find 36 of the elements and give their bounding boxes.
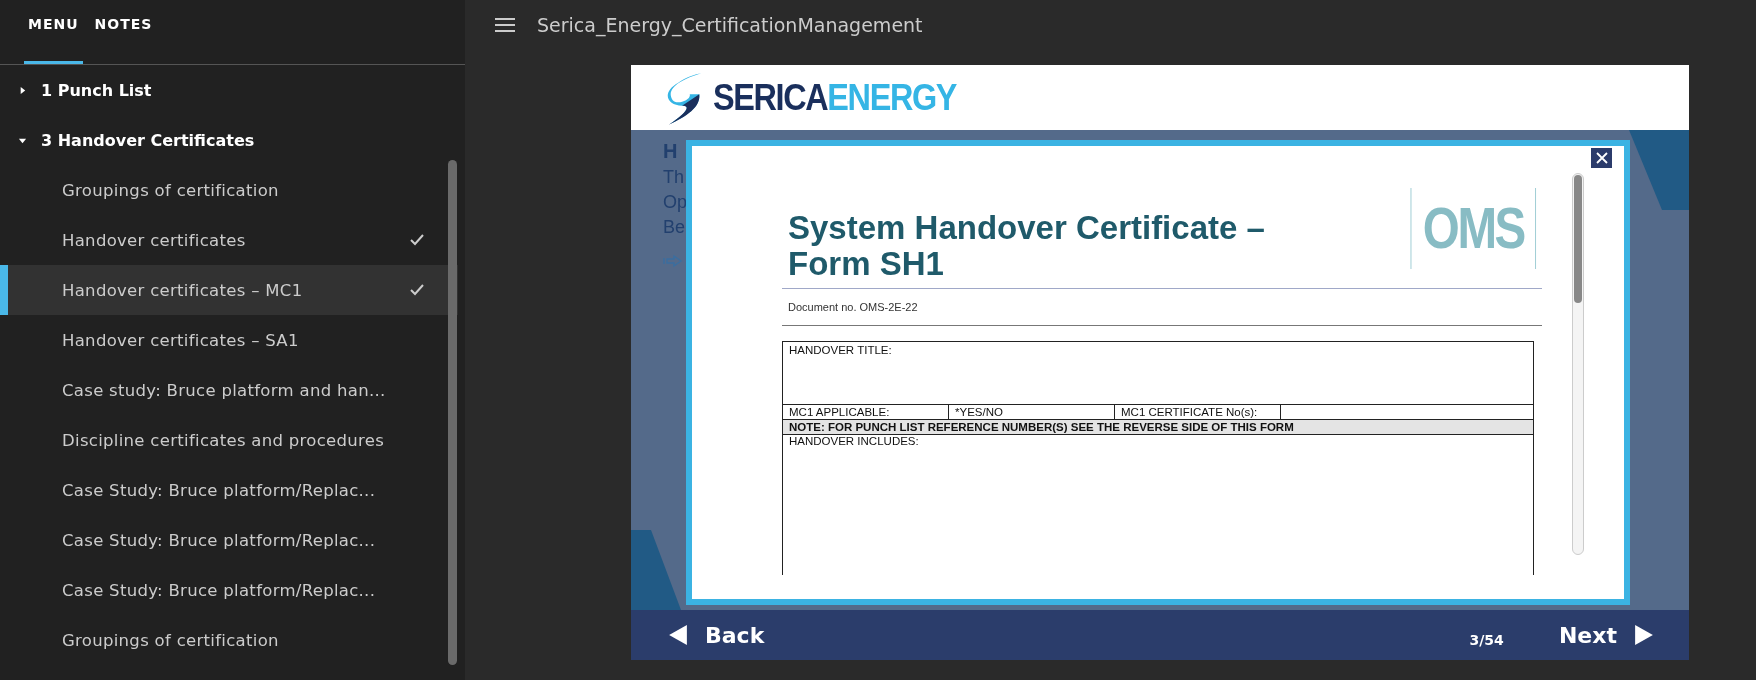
- lesson-item[interactable]: Handover certificates – MC1: [0, 265, 458, 315]
- form-label: HANDOVER INCLUDES:: [789, 435, 919, 447]
- document-title: System Handover Certificate – Form SH1: [787, 208, 1265, 282]
- lesson-item[interactable]: Groupings of certification: [0, 165, 458, 215]
- lesson-item[interactable]: Groupings of certification: [0, 615, 458, 665]
- lesson-item[interactable]: Case Study: Bruce platform/Replac...: [0, 465, 458, 515]
- page-counter: 3/54: [1469, 632, 1504, 648]
- lesson-item[interactable]: Case Study: Bruce platform/Replac...: [0, 565, 458, 615]
- section-header[interactable]: 1 Punch List: [0, 65, 465, 115]
- sidebar-tab[interactable]: MENU: [24, 0, 83, 64]
- lesson-item[interactable]: Case study: Bruce platform and han...: [0, 365, 458, 415]
- next-button[interactable]: Next: [1558, 618, 1653, 652]
- document-number: Document no. OMS-2E-22: [787, 300, 919, 315]
- scrollbar[interactable]: [1572, 173, 1584, 555]
- logo-wordmark: SERICAENERGY: [713, 76, 957, 119]
- form-label: MC1 APPLICABLE:: [783, 405, 949, 419]
- sidebar-tab[interactable]: NOTES: [90, 0, 157, 64]
- close-icon: [1595, 152, 1608, 164]
- scrollbar-thumb[interactable]: [448, 160, 457, 665]
- arrow-icon: [663, 254, 683, 268]
- oms-logo: OMS: [1410, 188, 1536, 269]
- form-label: *YES/NO: [949, 405, 1115, 419]
- lesson-item[interactable]: Handover certificates – SA1: [0, 315, 458, 365]
- lesson-item[interactable]: Handover certificates: [0, 215, 458, 265]
- form-label: HANDOVER TITLE:: [789, 344, 892, 356]
- close-button[interactable]: [1591, 148, 1612, 168]
- section-header[interactable]: 3 Handover Certificates: [0, 115, 465, 165]
- back-button[interactable]: Back: [669, 618, 765, 652]
- lesson-item[interactable]: Case Study: Bruce platform/Replac...: [0, 515, 458, 565]
- left-triangle-icon: [669, 625, 687, 645]
- form-note: NOTE: FOR PUNCH LIST REFERENCE NUMBER(S) SEE THE REVERSE SIDE OF THIS FORM: [789, 421, 1294, 433]
- menu-icon[interactable]: [495, 18, 515, 32]
- form-label: MC1 CERTIFICATE No(s):: [1115, 405, 1281, 419]
- lesson-item[interactable]: Discipline certificates and procedures: [0, 415, 458, 465]
- right-triangle-icon: [1635, 625, 1653, 645]
- course-title: Serica_Energy_CertificationManagement: [537, 14, 923, 36]
